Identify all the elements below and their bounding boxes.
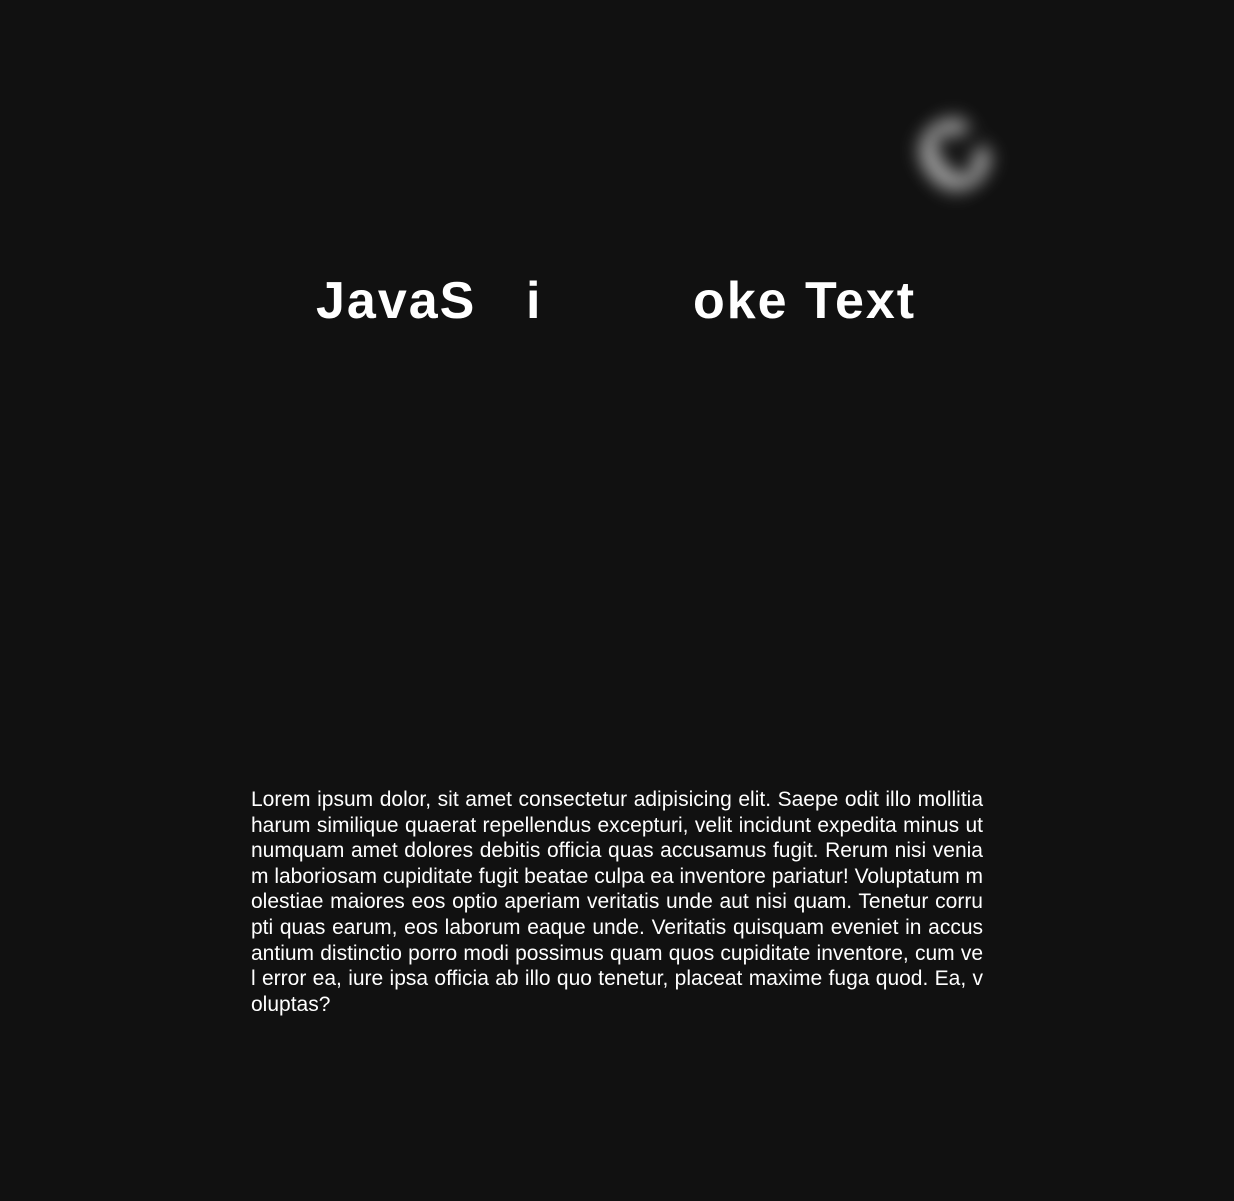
heading-text-part: JavaS <box>316 272 477 330</box>
heading-text-part: oke Text <box>693 272 917 330</box>
smoke-letter-effect: c <box>873 67 1021 227</box>
body-paragraph: Lorem ipsum dolor, sit amet consectetur … <box>251 788 983 1016</box>
page-heading: JavaS i oke Text <box>0 268 1234 338</box>
heading-text-part: i <box>526 272 543 330</box>
